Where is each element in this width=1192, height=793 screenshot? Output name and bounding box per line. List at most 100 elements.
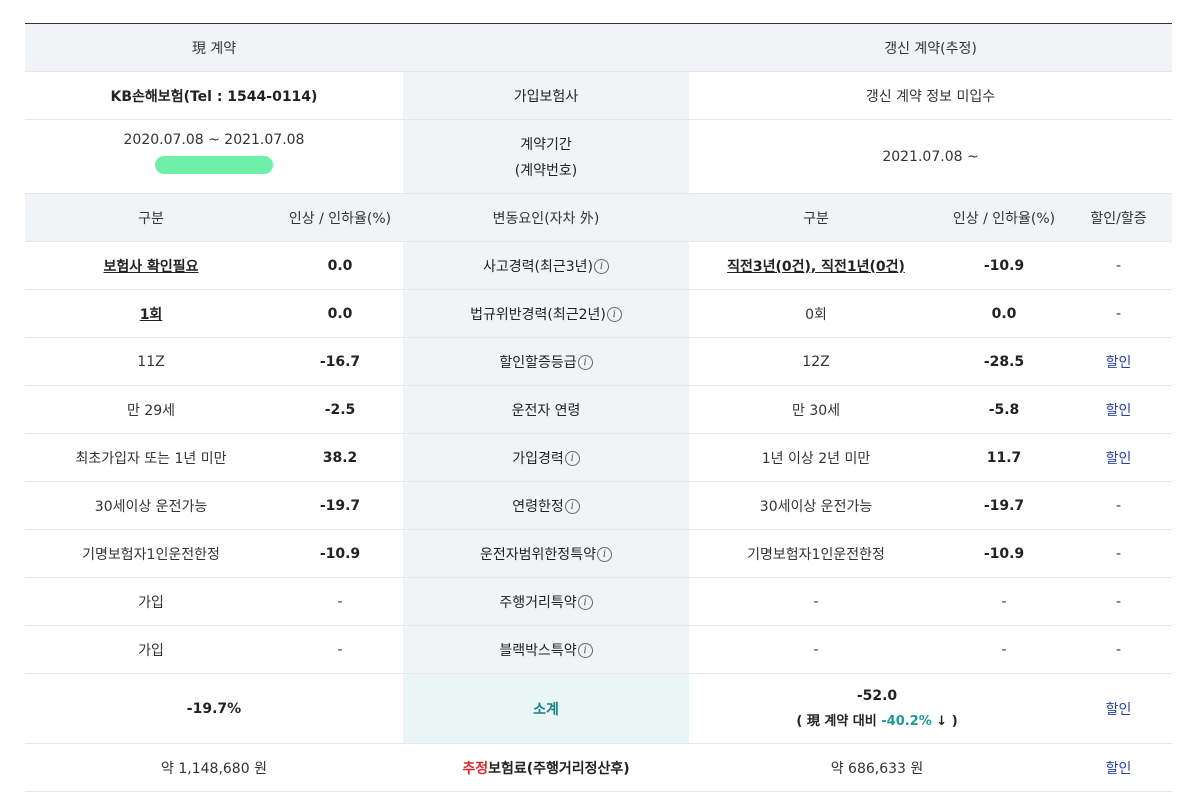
factor-label: 운전자범위한정특약 (480, 546, 596, 563)
new-value: 12Z (689, 337, 943, 386)
factor-label: 가입경력 (512, 450, 564, 467)
factor-label: 할인할증등급 (499, 354, 577, 371)
col-discount: 할인/할증 (1065, 193, 1173, 242)
new-rate: -5.8 (943, 385, 1065, 434)
table-row: 1회 0.0 법규위반경력(최근2년) i 0회 0.0 - (25, 289, 1173, 338)
cur-rate: 38.2 (277, 433, 403, 482)
period-label-line2: (계약번호) (514, 162, 578, 179)
current-period-cell: 2020.07.08 ~ 2021.07.08 (25, 119, 403, 194)
factor: 운전자범위한정특약 i (403, 529, 689, 578)
subtotal-row: -19.7% 소계 -52.0 ( 現 계약 대비 -40.2% ↓ ) 할인 (25, 673, 1173, 744)
discount: 할인 (1065, 433, 1173, 482)
discount: - (1065, 289, 1173, 338)
cur-rate: 0.0 (277, 241, 403, 290)
cur-value[interactable]: 보험사 확인필요 (25, 241, 277, 290)
cur-rate: -19.7 (277, 481, 403, 530)
cur-value: 만 29세 (25, 385, 277, 434)
col-new-rate: 인상 / 인하율(%) (943, 193, 1065, 242)
info-icon[interactable]: i (577, 355, 593, 370)
subtotal-compare: ( 現 계약 대비 -40.2% ↓ ) (689, 710, 1065, 729)
new-value-link[interactable]: 직전3년(0건), 직전1년(0건) (727, 259, 905, 275)
current-insurer: KB손해보험(Tel : 1544-0114) (25, 71, 403, 120)
col-cur-rate: 인상 / 인하율(%) (277, 193, 403, 242)
table-row: 가입 - 블랙박스특약 i - - - (25, 625, 1173, 674)
discount: - (1065, 241, 1173, 290)
cur-rate: 0.0 (277, 289, 403, 338)
table-row: 30세이상 운전가능 -19.7 연령한정 i 30세이상 운전가능 -19.7 … (25, 481, 1173, 530)
info-icon[interactable]: i (596, 547, 612, 562)
header-blank (403, 23, 689, 72)
discount: - (1065, 481, 1173, 530)
table-row: 가입 - 주행거리특약 i - - - (25, 577, 1173, 626)
current-contract-header: 現 계약 (25, 23, 403, 72)
factor: 사고경력(최근3년) i (403, 241, 689, 290)
info-icon[interactable]: i (606, 307, 622, 322)
factor-label: 사고경력(최근3년) (483, 258, 593, 275)
col-new-category: 구분 (689, 193, 943, 242)
table-row: 최초가입자 또는 1년 미만 38.2 가입경력 i 1년 이상 2년 미만 11… (25, 433, 1173, 482)
new-rate: 11.7 (943, 433, 1065, 482)
premium-row: 약 1,148,680 원 추정보험료(주행거리정산후) 약 686,633 원… (25, 743, 1173, 792)
table-row: 기명보험자1인운전한정 -10.9 운전자범위한정특약 i 기명보험자1인운전한정… (25, 529, 1173, 578)
info-icon[interactable]: i (564, 451, 580, 466)
renewal-insurer: 갱신 계약 정보 미입수 (689, 71, 1173, 120)
redaction-mark (155, 155, 273, 174)
new-value[interactable]: 직전3년(0건), 직전1년(0건) (689, 241, 943, 290)
renewal-contract-header: 갱신 계약(추정) (689, 23, 1173, 72)
premium-label-red: 추정 (462, 760, 489, 777)
factor: 할인할증등급 i (403, 337, 689, 386)
table-row: 11Z -16.7 할인할증등급 i 12Z -28.5 할인 (25, 337, 1173, 386)
factor: 주행거리특약 i (403, 577, 689, 626)
new-rate: - (943, 625, 1065, 674)
insurance-comparison: 現 계약 갱신 계약(추정) KB손해보험(Tel : 1544-0114) 가… (0, 0, 1192, 793)
new-value: - (689, 625, 943, 674)
info-icon[interactable]: i (594, 259, 609, 274)
header-row: 現 계약 갱신 계약(추정) (25, 23, 1173, 72)
insurer-row: KB손해보험(Tel : 1544-0114) 가입보험사 갱신 계약 정보 미… (25, 71, 1173, 120)
cur-value: 가입 (25, 625, 277, 674)
discount: - (1065, 577, 1173, 626)
cur-rate: -2.5 (277, 385, 403, 434)
cur-value[interactable]: 1회 (25, 289, 277, 338)
subtotal-discount: 할인 (1065, 673, 1173, 744)
renewal-period: 2021.07.08 ~ (689, 119, 1173, 194)
column-header-row: 구분 인상 / 인하율(%) 변동요인(자차 外) 구분 인상 / 인하율(%)… (25, 193, 1173, 242)
cur-value-link[interactable]: 1회 (140, 307, 163, 323)
factor-label: 운전자 연령 (511, 402, 581, 419)
new-value: 1년 이상 2년 미만 (689, 433, 943, 482)
subtotal-label: 소계 (403, 673, 689, 744)
factor: 가입경력 i (403, 433, 689, 482)
new-rate: -10.9 (943, 529, 1065, 578)
new-value: 만 30세 (689, 385, 943, 434)
factor-label: 주행거리특약 (499, 594, 577, 611)
factor: 법규위반경력(최근2년) i (403, 289, 689, 338)
premium-renewal: 약 686,633 원 (689, 743, 1065, 792)
info-icon[interactable]: i (577, 643, 593, 658)
info-icon[interactable]: i (564, 499, 580, 514)
cur-value-link[interactable]: 보험사 확인필요 (103, 259, 198, 275)
new-value: - (689, 577, 943, 626)
cur-value: 최초가입자 또는 1년 미만 (25, 433, 277, 482)
new-rate: -28.5 (943, 337, 1065, 386)
col-factor: 변동요인(자차 外) (403, 193, 689, 242)
premium-label-rest: 보험료(주행거리정산후) (488, 760, 630, 777)
period-label-line1: 계약기간 (520, 136, 572, 153)
period-label: 계약기간 (계약번호) (403, 119, 689, 194)
compare-suffix: ↓ ) (931, 714, 958, 729)
factor-label: 블랙박스특약 (499, 642, 577, 659)
cur-rate: -16.7 (277, 337, 403, 386)
table-row: 보험사 확인필요 0.0 사고경력(최근3년) i 직전3년(0건), 직전1년(… (25, 241, 1173, 290)
cur-rate: - (277, 577, 403, 626)
compare-value: -40.2% (881, 714, 932, 729)
subtotal-renewal: -52.0 (856, 688, 898, 704)
compare-prefix: ( 現 계약 대비 (796, 714, 882, 729)
premium-label: 추정보험료(주행거리정산후) (403, 743, 689, 792)
new-rate: -10.9 (943, 241, 1065, 290)
factor: 연령한정 i (403, 481, 689, 530)
new-rate: - (943, 577, 1065, 626)
table-row: 만 29세 -2.5 운전자 연령 만 30세 -5.8 할인 (25, 385, 1173, 434)
cur-rate: - (277, 625, 403, 674)
info-icon[interactable]: i (577, 595, 593, 610)
col-cur-category: 구분 (25, 193, 277, 242)
new-rate: 0.0 (943, 289, 1065, 338)
